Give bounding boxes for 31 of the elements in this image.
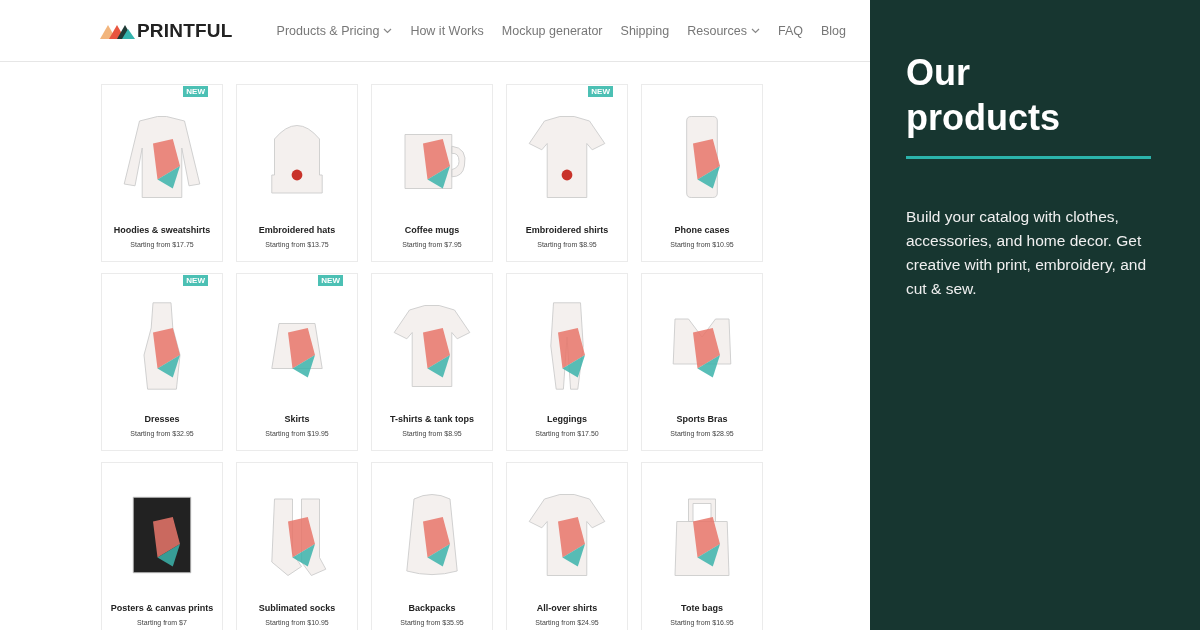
product-name: Tote bags — [681, 603, 723, 613]
nav-link[interactable]: How it Works — [410, 23, 484, 38]
new-badge: NEW — [318, 275, 343, 286]
nav-link[interactable]: Mockup generator — [501, 23, 603, 38]
nav-link[interactable]: Blog — [820, 23, 846, 38]
product-name: Posters & canvas prints — [110, 603, 214, 613]
panel-text: Build your catalog with clothes, accessories, and home decor. Get creative with print, embroidery, and cut & sew. — [906, 207, 1148, 299]
product-name: Phone cases — [674, 225, 730, 235]
product-name: All-over shirts — [536, 603, 598, 613]
product-name: Sports Bras — [676, 414, 728, 424]
new-badge: NEW — [588, 86, 613, 97]
caret-icon — [750, 27, 760, 34]
nav-link[interactable]: FAQ — [777, 23, 803, 38]
product-name: Embroidered shirts — [525, 225, 609, 235]
product-name: T-shirts & tank tops — [390, 414, 474, 424]
nav-link[interactable]: Resources — [687, 23, 760, 38]
new-badge: NEW — [183, 275, 208, 286]
caret-icon — [383, 27, 393, 34]
nav-link[interactable]: Products & Pricing — [276, 23, 393, 38]
product-name: Hoodies & sweatshirts — [113, 225, 211, 235]
product-name: Skirts — [284, 414, 310, 424]
new-badge: NEW — [183, 86, 208, 97]
logo-text[interactable]: PRINTFUL — [137, 19, 233, 42]
nav-link[interactable]: Shipping — [620, 23, 670, 38]
product-name: Sublimated socks — [258, 603, 336, 613]
product-name: Backpacks — [408, 603, 456, 613]
panel-title: Our products — [906, 51, 1061, 140]
product-name: Dresses — [144, 414, 180, 424]
product-name: Coffee mugs — [404, 225, 460, 235]
product-name: Leggings — [547, 414, 587, 424]
product-name: Embroidered hats — [258, 225, 336, 235]
